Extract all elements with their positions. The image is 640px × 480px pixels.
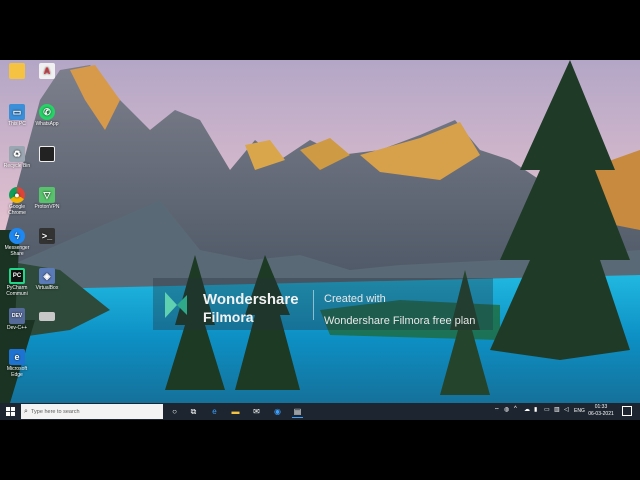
- watermark-plan: Wondershare Filmora free plan: [324, 315, 476, 327]
- protonvpn-icon: ▽: [39, 187, 55, 203]
- desktop-icon-edge[interactable]: e Microsoft Edge: [2, 349, 32, 378]
- edge-icon: e: [9, 349, 25, 365]
- tray-volume-icon[interactable]: ◁: [564, 406, 569, 413]
- wallpaper-image: [0, 60, 640, 403]
- edge-taskbar-icon[interactable]: e: [209, 406, 220, 417]
- whatsapp-icon: ✆: [39, 104, 55, 120]
- tray-app-icon[interactable]: ◍: [504, 406, 509, 413]
- desktop-icon-label: ProtonVPN: [34, 204, 60, 210]
- filmora-watermark: Wondershare Filmora Created with Wonders…: [153, 278, 493, 330]
- desktop-screen: A ▭ This PC ✆ WhatsApp ♻ Recycle Bin ● G…: [0, 60, 640, 420]
- watermark-divider: [313, 290, 314, 320]
- blank-file-icon: [39, 312, 55, 321]
- desktop-icon-pycharm[interactable]: PC PyCharm Communi: [2, 268, 32, 297]
- watermark-brand-wondershare: Wondershare: [203, 291, 299, 308]
- start-button[interactable]: [0, 403, 20, 420]
- desktop-icon-recycle-bin[interactable]: ♻ Recycle Bin: [2, 146, 32, 169]
- search-icon: ⌕: [24, 407, 28, 415]
- tray-cloud-icon[interactable]: ☁: [524, 406, 530, 413]
- desktop-icon-acrobat[interactable]: A: [32, 63, 62, 80]
- mail-icon[interactable]: ✉: [251, 406, 262, 417]
- adobe-acrobat-icon: A: [39, 63, 55, 79]
- command-prompt-icon: >_: [39, 228, 55, 244]
- watermark-brand-filmora: Filmora: [203, 309, 254, 325]
- desktop-icon-dev-cpp[interactable]: DEV Dev-C++: [2, 308, 32, 331]
- dev-cpp-icon: DEV: [9, 308, 25, 324]
- desktop-icon-blank[interactable]: [32, 312, 62, 322]
- clock-time: 01:33: [594, 404, 608, 410]
- clock-date: 06-03-2021: [588, 411, 614, 417]
- desktop-icon-label: WhatsApp: [35, 121, 59, 127]
- filmora-logo-icon: [165, 292, 187, 318]
- windows-logo-icon: [5, 407, 15, 416]
- desktop-icon-label: Recycle Bin: [3, 163, 31, 169]
- desktop-icon-label: PyCharm Communi: [6, 285, 28, 297]
- task-view-icon[interactable]: ⧉: [188, 406, 199, 417]
- tray-battery-icon[interactable]: ▭: [544, 406, 550, 413]
- desktop-icon-whatsapp[interactable]: ✆ WhatsApp: [32, 104, 62, 127]
- black-window-icon: [39, 146, 55, 162]
- virtualbox-icon: ◈: [39, 268, 55, 284]
- chrome-icon: ●: [9, 187, 25, 203]
- desktop-icon-messenger[interactable]: ϟ Messenger Share: [2, 228, 32, 257]
- tray-microphone-icon[interactable]: ▮: [534, 406, 537, 413]
- tray-chevron-up-icon[interactable]: ^: [514, 406, 517, 412]
- messenger-icon: ϟ: [9, 228, 25, 244]
- desktop-icon-command[interactable]: >_: [32, 228, 62, 245]
- chrome-taskbar-icon[interactable]: ◉: [272, 406, 283, 417]
- desktop-icon-virtualbox[interactable]: ◈ VirtualBox: [32, 268, 62, 291]
- pycharm-icon: PC: [9, 268, 25, 284]
- notification-center-icon[interactable]: [622, 406, 632, 416]
- taskbar-clock[interactable]: 01:33 06-03-2021: [586, 404, 616, 418]
- file-explorer-icon[interactable]: ▬: [230, 406, 241, 417]
- tray-language[interactable]: ENG: [574, 408, 585, 414]
- desktop-icon-this-pc[interactable]: ▭ This PC: [2, 104, 32, 127]
- folder-icon: [9, 63, 25, 79]
- desktop-icon-label: This PC: [8, 121, 26, 127]
- desktop-icon-label: VirtualBox: [35, 285, 59, 291]
- recycle-bin-icon: ♻: [9, 146, 25, 162]
- desktop-icon-window[interactable]: [32, 146, 62, 163]
- taskbar: ⌕ Type here to search ○ ⧉ e ▬ ✉ ◉ ▤ ⌔ ◍ …: [0, 403, 640, 420]
- desktop-icon-label: Dev-C++: [6, 325, 27, 331]
- notepad-icon[interactable]: ▤: [292, 406, 303, 418]
- desktop-icon-label: Google Chrome: [8, 204, 26, 216]
- desktop-icon-label: Messenger Share: [4, 245, 30, 257]
- taskbar-search-box[interactable]: ⌕ Type here to search: [21, 404, 163, 419]
- cortana-icon[interactable]: ○: [169, 406, 180, 417]
- desktop-icon-label: Microsoft Edge: [6, 366, 28, 378]
- desktop-icon-protonvpn[interactable]: ▽ ProtonVPN: [32, 187, 62, 210]
- tray-wifi-icon[interactable]: ⌔: [494, 406, 500, 414]
- desktop-icon-folder[interactable]: [2, 63, 32, 80]
- search-placeholder: Type here to search: [31, 408, 80, 415]
- tray-network-icon[interactable]: ▥: [554, 406, 560, 413]
- desktop-icon-chrome[interactable]: ● Google Chrome: [2, 187, 32, 216]
- this-pc-icon: ▭: [9, 104, 25, 120]
- watermark-created-with: Created with: [324, 293, 386, 305]
